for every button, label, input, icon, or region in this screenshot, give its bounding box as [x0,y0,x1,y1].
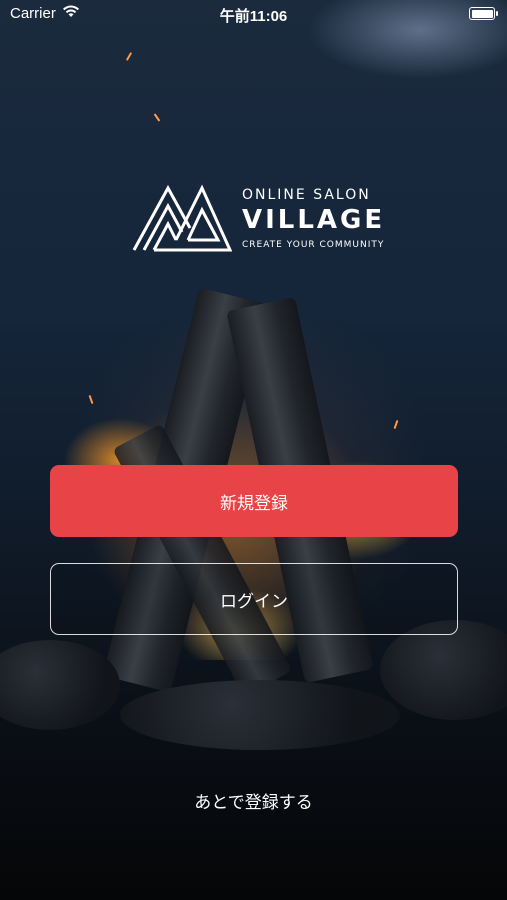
logo-tagline: CREATE YOUR COMMUNITY [242,240,385,250]
spark [153,113,161,122]
rock [380,620,507,720]
battery-level [471,9,493,18]
register-button-label: 新規登録 [220,493,288,514]
rock [120,680,400,750]
spark [125,52,133,61]
register-button[interactable]: 新規登録 [50,465,458,537]
battery-icon [469,7,498,20]
status-bar: Carrier 午前11:06 [0,0,507,28]
mountain-logo-icon [132,184,232,252]
login-button-label: ログイン [220,591,288,612]
logo-text-village: VILLAGE [242,205,386,235]
register-later-link[interactable]: あとで登録する [0,788,507,813]
logo-text-online-salon: ONLINE SALON [242,187,371,203]
app-logo: ONLINE SALON VILLAGE CREATE YOUR COMMUNI… [132,184,386,254]
campfire-background [0,0,507,900]
welcome-screen: Carrier 午前11:06 ONLINE SALON VILLAGE CRE… [0,0,507,900]
login-button[interactable]: ログイン [50,563,458,635]
status-time: 午前11:06 [219,8,288,25]
